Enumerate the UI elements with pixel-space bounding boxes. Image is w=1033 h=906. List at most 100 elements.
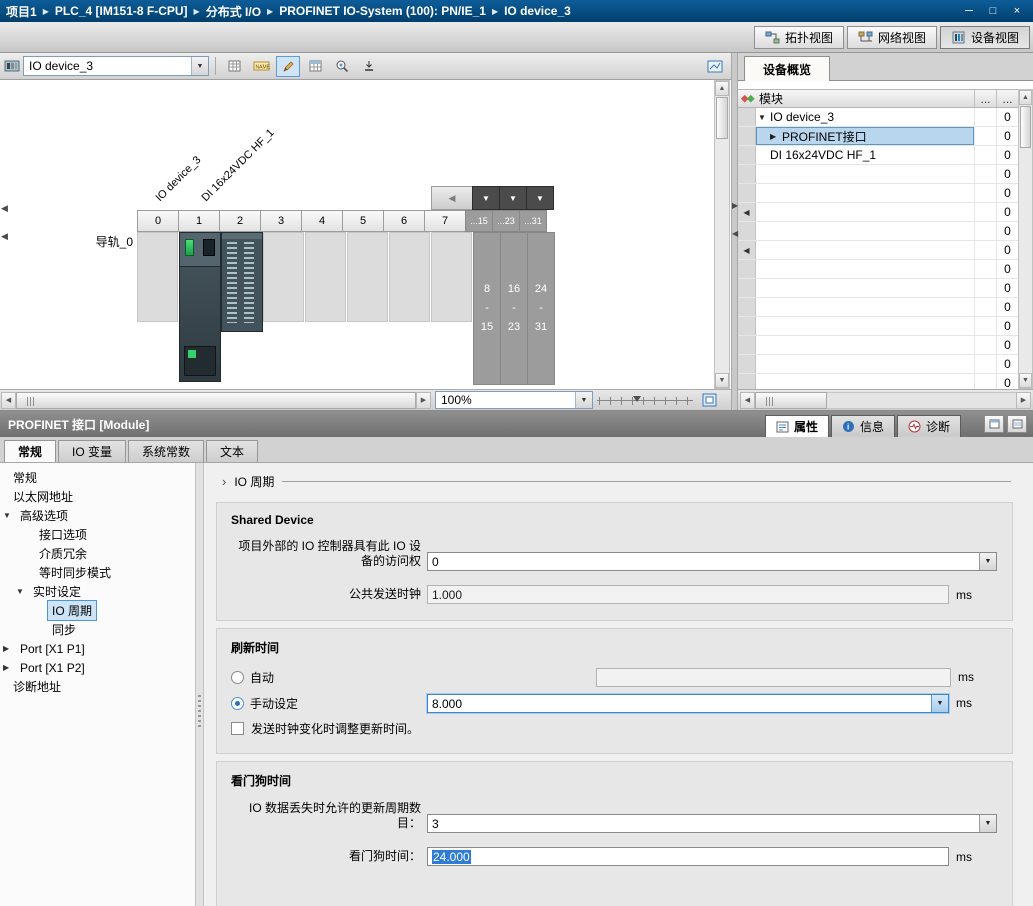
device-view-vertical-scrollbar[interactable]: ▲ ▼	[714, 80, 730, 389]
auto-radio-label[interactable]: 自动	[250, 669, 274, 686]
tab-info[interactable]: i 信息	[831, 415, 895, 437]
slot-number-header[interactable]: 6	[383, 210, 425, 232]
scrollbar-track[interactable]	[1019, 105, 1032, 373]
scrollbar-track[interactable]	[715, 96, 729, 373]
dropdown-arrow-icon[interactable]: ▼	[979, 553, 996, 570]
scrollbar-track[interactable]	[827, 392, 1016, 409]
topology-view-button[interactable]: 拓扑视图	[754, 26, 844, 49]
section-chevron-icon[interactable]: ›	[222, 474, 226, 489]
im151-module-graphic[interactable]	[179, 232, 221, 382]
fit-to-window-button[interactable]	[697, 390, 721, 411]
save-window-settings-button[interactable]	[357, 56, 381, 77]
inspector-nav-item[interactable]: 以太网地址	[0, 487, 195, 506]
table-row[interactable]: 0	[738, 222, 1018, 241]
external-access-select[interactable]: 0 ▼	[427, 552, 997, 571]
tree-arrow-icon[interactable]: ▼	[3, 511, 15, 520]
address-range-header[interactable]: ...31	[519, 210, 547, 232]
module-name-cell[interactable]	[756, 355, 974, 373]
scrollbar-thumb[interactable]	[1020, 106, 1031, 148]
inspector-nav-item[interactable]: ▼高级选项	[0, 506, 195, 525]
address-range-header[interactable]: ...23	[492, 210, 520, 232]
nav-splitter[interactable]	[196, 463, 204, 906]
pane-splitter[interactable]: ▶ ◀	[731, 53, 738, 410]
auto-radio[interactable]	[231, 671, 244, 684]
inspector-layout-button[interactable]	[1007, 415, 1027, 433]
zoom-level-select[interactable]: 100% ▼	[435, 391, 593, 409]
tab-properties[interactable]: 属性	[765, 415, 829, 437]
module-name-cell[interactable]	[756, 203, 974, 221]
table-row[interactable]: 0	[738, 184, 1018, 203]
device-select[interactable]: IO device_3 ▼	[23, 56, 209, 76]
module-name-cell[interactable]	[756, 241, 974, 259]
inspector-nav-item[interactable]: ▼实时设定	[0, 582, 195, 601]
breadcrumb-item[interactable]: 项目1	[6, 3, 37, 20]
refresh-time-select[interactable]: 8.000 ▼	[427, 694, 949, 713]
splitter-collapse-icon[interactable]: ▶	[732, 201, 738, 210]
tab-general[interactable]: 常规	[4, 440, 56, 462]
dropdown-arrow-icon[interactable]: ▼	[931, 695, 948, 712]
table-row[interactable]: ▶PROFINET接口0	[738, 127, 1018, 146]
table-row[interactable]: ◀0	[738, 241, 1018, 260]
slot-number-header[interactable]: 0	[137, 210, 179, 232]
inspector-nav-item[interactable]: 诊断地址	[0, 677, 195, 696]
slot-number-header[interactable]: 7	[424, 210, 466, 232]
module-name-cell[interactable]: DI 16x24VDC HF_1	[756, 146, 974, 164]
module-name-cell[interactable]: ▶PROFINET接口	[756, 127, 974, 145]
scroll-right-button[interactable]: ▶	[1016, 392, 1031, 409]
device-view-canvas[interactable]: IO device_3 DI 16x24VDC HF_1 导轨_0 ◀ ▼▼▼ …	[0, 80, 731, 389]
tree-arrow-icon[interactable]: ▶	[3, 644, 15, 653]
table-row[interactable]: 0	[738, 298, 1018, 317]
module-name-cell[interactable]	[756, 279, 974, 297]
adapt-checkbox-label[interactable]: 发送时钟变化时调整更新时间。	[251, 720, 419, 737]
module-name-cell[interactable]	[756, 184, 974, 202]
scrollbar-thumb[interactable]	[16, 392, 416, 409]
watchdog-time-input[interactable]: 24.000	[427, 847, 949, 866]
empty-slot[interactable]	[431, 232, 472, 322]
module-name-cell[interactable]	[756, 336, 974, 354]
zoom-button[interactable]	[330, 56, 354, 77]
expand-arrow-icon[interactable]: ▼	[758, 113, 770, 122]
inspector-nav-item[interactable]: 常规	[0, 468, 195, 487]
grid-view-button[interactable]	[222, 56, 246, 77]
close-button[interactable]: ×	[1007, 3, 1027, 20]
scroll-up-button[interactable]: ▲	[1019, 90, 1032, 105]
module-name-cell[interactable]	[756, 222, 974, 240]
slot-number-header[interactable]: 2	[219, 210, 261, 232]
breadcrumb-item[interactable]: PROFINET IO-System (100): PN/IE_1	[279, 4, 486, 18]
expand-arrow-icon[interactable]: ▶	[770, 132, 782, 141]
module-name-cell[interactable]	[756, 374, 974, 389]
manual-radio-label[interactable]: 手动设定	[250, 695, 298, 712]
scrollbar-thumb[interactable]	[716, 97, 728, 139]
inspector-nav-item[interactable]: 接口选项	[0, 525, 195, 544]
slot-number-header[interactable]: 5	[342, 210, 384, 232]
tab-system-constants[interactable]: 系统常数	[128, 440, 204, 462]
table-row[interactable]: 0	[738, 317, 1018, 336]
empty-slot[interactable]	[263, 232, 304, 322]
module-column-header[interactable]: 模块	[738, 90, 974, 107]
adapt-update-checkbox[interactable]	[231, 722, 244, 735]
scroll-down-button[interactable]: ▼	[1019, 373, 1032, 388]
di-module-graphic[interactable]	[221, 232, 263, 332]
overview-diagram-button[interactable]	[703, 56, 727, 77]
tab-texts[interactable]: 文本	[206, 440, 258, 462]
empty-slot[interactable]	[305, 232, 346, 322]
manual-radio[interactable]	[231, 697, 244, 710]
table-view-button[interactable]	[303, 56, 327, 77]
scroll-left-button[interactable]: ◀	[740, 392, 755, 409]
network-view-button[interactable]: 网络视图	[847, 26, 937, 49]
scroll-right-button[interactable]: ▶	[416, 392, 431, 409]
inspector-nav-item[interactable]: IO 周期	[0, 601, 195, 620]
accepted-cycles-select[interactable]: 3 ▼	[427, 814, 997, 833]
tab-io-tags[interactable]: IO 变量	[58, 440, 126, 462]
scroll-left-button[interactable]: ◀	[1, 392, 16, 409]
device-view-button[interactable]: 设备视图	[940, 26, 1030, 49]
module-name-cell[interactable]	[756, 165, 974, 183]
minimize-button[interactable]: ─	[959, 3, 979, 20]
table-row[interactable]: 0	[738, 336, 1018, 355]
slot-number-header[interactable]: 1	[178, 210, 220, 232]
address-filter-dropdown-button[interactable]: ▼	[526, 186, 554, 210]
splitter-expand-icon[interactable]: ◀	[732, 229, 738, 238]
table-row[interactable]: 0	[738, 374, 1018, 389]
table-row[interactable]: 0	[738, 165, 1018, 184]
table-row[interactable]: 0	[738, 260, 1018, 279]
